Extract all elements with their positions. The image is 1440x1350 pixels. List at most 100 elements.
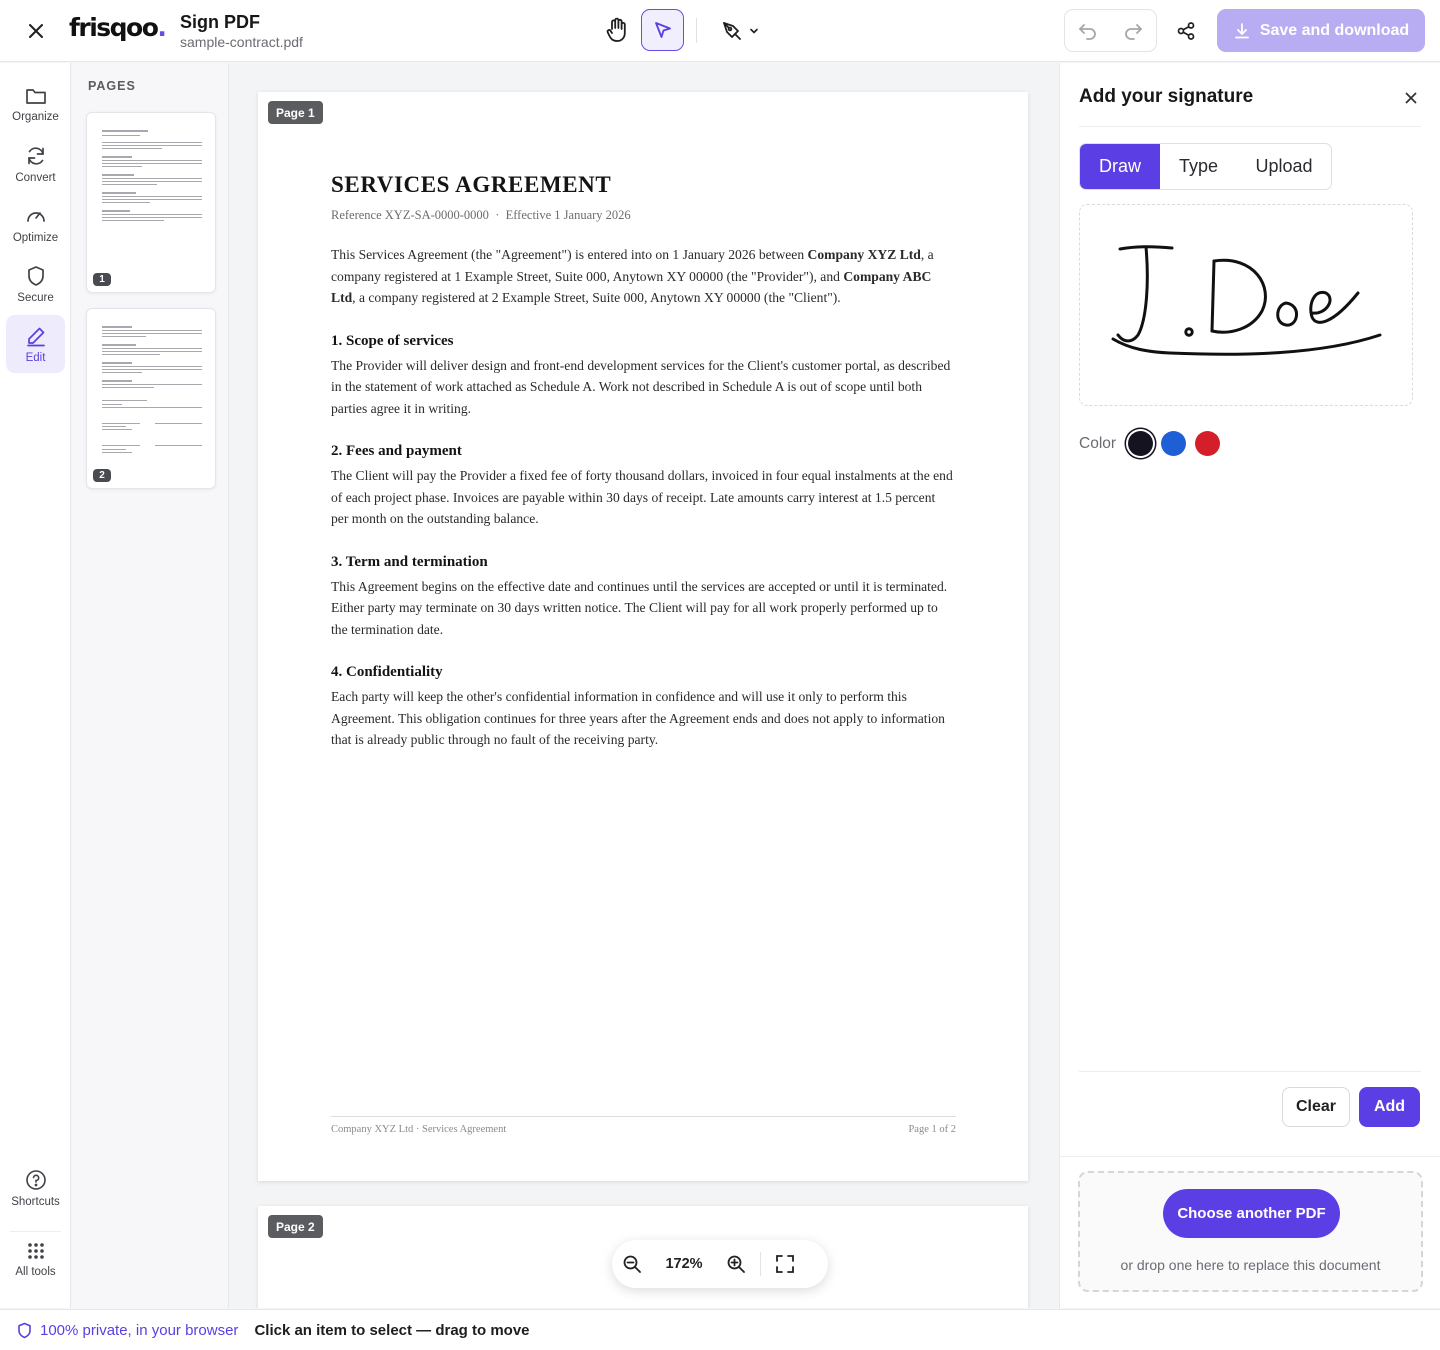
document-canvas[interactable]: Page 1 SERVICES AGREEMENT Reference XYZ-…: [230, 63, 1058, 1308]
rail-item-secure[interactable]: Secure: [6, 255, 65, 313]
choose-another-pdf-button[interactable]: Choose another PDF: [1163, 1189, 1340, 1238]
thumbnail-text-line: [102, 344, 136, 346]
section-heading[interactable]: 1. Scope of services: [331, 333, 956, 350]
zoom-divider: [760, 1252, 761, 1276]
tab-type[interactable]: Type: [1160, 144, 1237, 189]
thumbnail-text-line: [102, 387, 154, 389]
thumbnail-text-line: [102, 174, 134, 176]
download-icon: [1234, 22, 1249, 38]
close-icon: [29, 24, 43, 38]
zoom-in-icon: [727, 1255, 745, 1273]
page-tag: Page 2: [268, 1215, 323, 1238]
interaction-hint: Click an item to select — drag to move: [254, 1321, 530, 1339]
brand-logo[interactable]: frisqoo.: [69, 13, 167, 42]
fit-to-screen-button[interactable]: [765, 1244, 805, 1284]
select-tool-button[interactable]: [641, 9, 684, 51]
rail-item-all-tools[interactable]: All tools: [6, 1230, 65, 1288]
tab-upload[interactable]: Upload: [1237, 144, 1331, 189]
thumbnail-text-line: [102, 452, 132, 454]
thumbnail-text-line: [155, 445, 202, 447]
section-heading[interactable]: 2. Fees and payment: [331, 443, 956, 460]
rail-item-label: Convert: [15, 171, 56, 184]
rail-item-convert[interactable]: Convert: [6, 135, 65, 193]
undo-icon: [1078, 23, 1096, 40]
save-button-label: Save and download: [1259, 21, 1410, 39]
color-swatch-blue[interactable]: [1161, 431, 1186, 456]
intro-paragraph[interactable]: This Services Agreement (the "Agreement"…: [331, 244, 956, 309]
document-reference-line: Reference XYZ-SA-0000-0000 · Effective 1…: [331, 208, 631, 222]
thumbnail-text-line: [102, 220, 164, 222]
file-name: sample-contract.pdf: [180, 34, 303, 50]
panel-divider: [1079, 126, 1421, 127]
thumbnail-text-line: [102, 210, 130, 212]
rail-item-organize[interactable]: Organize: [6, 75, 65, 133]
cursor-arrow-icon: [654, 22, 671, 38]
color-swatch-black[interactable]: [1128, 431, 1153, 456]
panel-close-button[interactable]: [1400, 87, 1422, 109]
section-heading[interactable]: 4. Confidentiality: [331, 664, 956, 681]
rail-item-label: Optimize: [12, 231, 59, 244]
page-thumbnail-number: 2: [93, 469, 111, 482]
color-label: Color: [1079, 435, 1117, 452]
page-footer-right: Page 1 of 2: [908, 1124, 956, 1135]
redo-button[interactable]: [1111, 10, 1157, 51]
page-thumbnail-number: 1: [93, 273, 111, 286]
clear-signature-button[interactable]: Clear: [1282, 1087, 1350, 1127]
section-paragraph[interactable]: Each party will keep the other's confide…: [331, 686, 956, 751]
drop-hint: or drop one here to replace this documen…: [1120, 1257, 1381, 1273]
redo-icon: [1125, 23, 1143, 40]
status-bar: 100% private, in your browser Click an i…: [0, 1309, 1440, 1350]
thumbnail-text-line: [102, 445, 140, 447]
section-heading[interactable]: 3. Term and termination: [331, 554, 956, 571]
pen-nib-icon: [723, 22, 741, 40]
fullscreen-icon: [776, 1255, 794, 1273]
undo-button[interactable]: [1065, 10, 1111, 51]
document-title-block: Sign PDF sample-contract.pdf: [180, 12, 303, 50]
section-paragraph[interactable]: The Client will pay the Provider a fixed…: [331, 465, 956, 530]
shield-icon: [18, 1322, 31, 1338]
thumbnail-text-line: [102, 178, 202, 180]
section-paragraph[interactable]: This Agreement begins on the effective d…: [331, 576, 956, 641]
rail-item-label: All tools: [15, 1265, 56, 1278]
help-circle-icon: [25, 1169, 46, 1190]
thumbnail-text-line: [102, 400, 147, 402]
hand-tool-button[interactable]: [600, 10, 634, 50]
rail-item-optimize[interactable]: Optimize: [6, 195, 65, 253]
drawn-signature: [1111, 245, 1382, 356]
zoom-in-button[interactable]: [716, 1244, 756, 1284]
sign-tool-dropdown[interactable]: [712, 11, 768, 51]
section-paragraph[interactable]: The Provider will deliver design and fro…: [331, 355, 956, 420]
rail-item-label: Secure: [17, 291, 54, 304]
rail-item-edit[interactable]: Edit: [6, 315, 65, 373]
gauge-icon: [26, 211, 45, 222]
save-and-download-button[interactable]: Save and download: [1217, 9, 1425, 52]
thumbnail-text-line: [102, 202, 150, 204]
zoom-out-button[interactable]: [612, 1244, 652, 1284]
page-thumbnail-1[interactable]: 1: [86, 112, 216, 293]
page-tag: Page 1: [268, 101, 323, 124]
pages-panel-title: PAGES: [88, 79, 136, 93]
chevron-down-icon: [750, 28, 758, 34]
color-swatch-red[interactable]: [1195, 431, 1220, 456]
add-signature-button[interactable]: Add: [1359, 1087, 1420, 1127]
thumbnail-text-line: [102, 196, 202, 198]
privacy-status: 100% private, in your browser: [17, 1322, 238, 1339]
thumbnail-text-line: [102, 348, 202, 350]
thumbnail-text-line: [102, 354, 160, 356]
share-button[interactable]: [1170, 15, 1202, 47]
page-thumbnail-2[interactable]: 2: [86, 308, 216, 489]
rail-item-shortcuts[interactable]: Shortcuts: [6, 1159, 65, 1217]
tab-draw[interactable]: Draw: [1080, 144, 1160, 189]
toolbar-divider: [696, 18, 697, 43]
close-button[interactable]: [22, 17, 50, 45]
thumbnail-text-line: [102, 366, 202, 368]
thumbnail-text-line: [102, 362, 132, 364]
thumbnail-text-line: [102, 214, 202, 216]
panel-divider: [1060, 1156, 1440, 1157]
tool-title: Sign PDF: [180, 12, 260, 32]
refresh-icon: [27, 146, 44, 165]
signature-draw-pad[interactable]: [1079, 204, 1413, 406]
pdf-drop-zone[interactable]: Choose another PDF or drop one here to r…: [1078, 1171, 1423, 1292]
thumbnail-text-line: [102, 404, 122, 406]
pdf-page-1[interactable]: Page 1 SERVICES AGREEMENT Reference XYZ-…: [258, 92, 1028, 1181]
